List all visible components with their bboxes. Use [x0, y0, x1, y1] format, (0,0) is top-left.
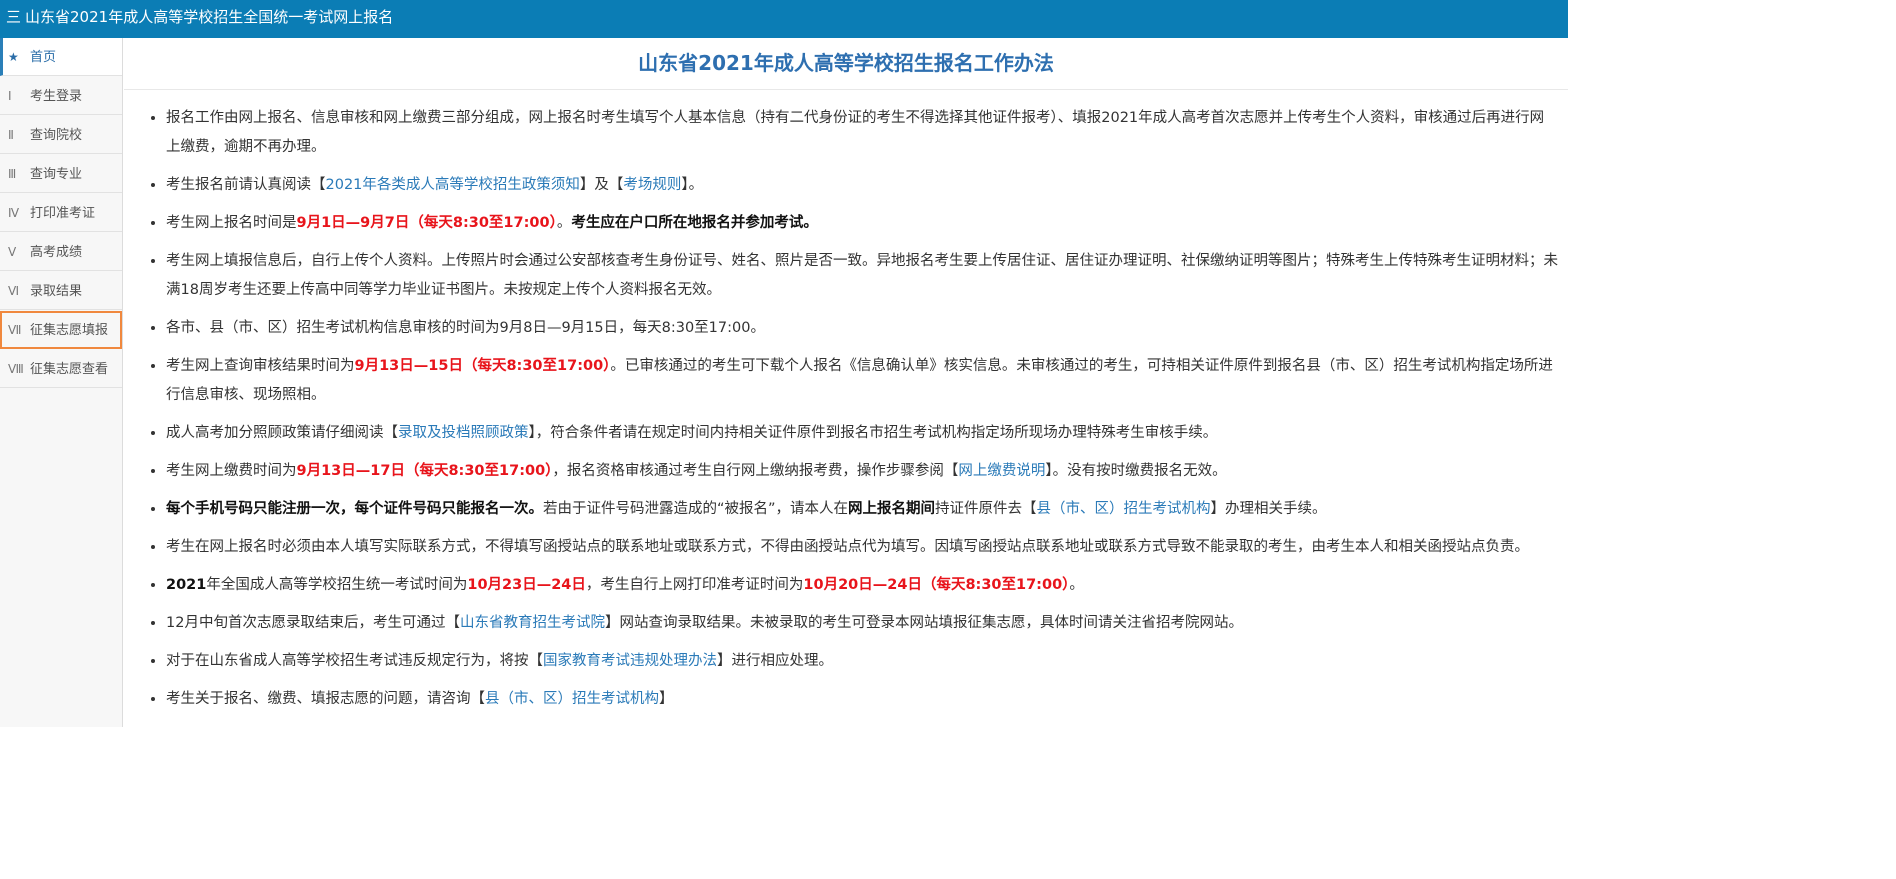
star-icon: ★: [8, 50, 19, 64]
main-content: 山东省2021年成人高等学校招生报名工作办法 报名工作由网上报名、信息审核和网上…: [124, 38, 1568, 727]
notice-text: 成人高考加分照顾政策请仔细阅读【: [166, 425, 398, 441]
list-item: 各市、县（市、区）招生考试机构信息审核的时间为9月8日—9月15日，每天8:30…: [166, 314, 1558, 343]
sidebar-item-exam-scores[interactable]: Ⅴ 高考成绩: [0, 233, 122, 271]
notice-text: 】进行相应处理。: [717, 653, 833, 669]
notice-text: 考生报名前请认真阅读【: [166, 177, 326, 193]
list-item: 考生报名前请认真阅读【2021年各类成人高等学校招生政策须知】及【考场规则】。: [166, 171, 1558, 200]
list-item: 考生网上填报信息后，自行上传个人资料。上传照片时会通过公安部核查考生身份证号、姓…: [166, 247, 1558, 305]
roman-numeral-icon: Ⅴ: [8, 245, 17, 259]
notice-text: 】: [659, 691, 674, 707]
emphasis-text: 网上报名期间: [848, 501, 936, 517]
notice-text: 考生网上报名时间是: [166, 215, 297, 231]
roman-numeral-icon: Ⅵ: [8, 284, 20, 298]
notice-text: 12月中旬首次志愿录取结束后，考生可通过【: [166, 615, 460, 631]
list-item: 每个手机号码只能注册一次，每个证件号码只能报名一次。若由于证件号码泄露造成的“被…: [166, 495, 1558, 524]
hamburger-icon[interactable]: 三: [6, 0, 21, 34]
highlighted-date-text: 9月13日—15日（每天8:30至17:00）: [354, 358, 611, 374]
notice-text: 若由于证件号码泄露造成的“被报名”，请本人在: [543, 501, 849, 517]
emphasis-text: 每个手机号码只能注册一次，每个证件号码只能报名一次。: [166, 501, 543, 517]
highlighted-date-text: 9月13日—17日（每天8:30至17:00）: [296, 463, 553, 479]
emphasis-text: 考生应在户口所在地报名并参加考试。: [571, 215, 818, 231]
notice-link[interactable]: 2021年各类成人高等学校招生政策须知: [326, 177, 580, 193]
notice-text: 考生在网上报名时必须由本人填写实际联系方式，不得填写函授站点的联系地址或联系方式…: [166, 539, 1529, 555]
roman-numeral-icon: Ⅲ: [8, 167, 17, 181]
sidebar-nav: ★ 首页 Ⅰ 考生登录 Ⅱ 查询院校 Ⅲ 查询专业 Ⅳ 打印准考证 Ⅴ 高考成绩 Ⅵ 录取结果…: [0, 38, 123, 727]
list-item: 考生网上缴费时间为9月13日—17日（每天8:30至17:00），报名资格审核通…: [166, 457, 1558, 486]
list-item: 考生在网上报名时必须由本人填写实际联系方式，不得填写函授站点的联系地址或联系方式…: [166, 533, 1558, 562]
highlighted-date-text: 10月23日—24日: [467, 577, 586, 593]
notice-text: 】。: [681, 177, 704, 193]
notice-text: 】及【: [579, 177, 624, 193]
sidebar-item-label: 打印准考证: [30, 206, 96, 221]
sidebar-item-label: 首页: [30, 50, 57, 65]
roman-numeral-icon: Ⅷ: [8, 362, 24, 376]
sidebar-item-home[interactable]: ★ 首页: [0, 38, 122, 76]
notice-text: 】网站查询录取结果。未被录取的考生可登录本网站填报征集志愿，具体时间请关注省招考…: [604, 615, 1243, 631]
notice-text: 考生网上缴费时间为: [166, 463, 297, 479]
notice-text: 。: [556, 215, 572, 231]
notice-text: 】。没有按时缴费报名无效。: [1045, 463, 1227, 479]
sidebar-item-supplementary-application[interactable]: Ⅶ 征集志愿填报: [0, 311, 122, 349]
notice-text: 】办理相关手续。: [1210, 501, 1327, 517]
list-item: 对于在山东省成人高等学校招生考试违反规定行为，将按【国家教育考试违规处理办法】进…: [166, 647, 1558, 676]
notice-text: 考生关于报名、缴费、填报志愿的问题，请咨询【: [166, 691, 485, 707]
notice-link[interactable]: 县（市、区）招生考试机构: [485, 691, 659, 707]
notice-text: 对于在山东省成人高等学校招生考试违反规定行为，将按【: [166, 653, 543, 669]
sidebar-item-label: 查询院校: [30, 128, 83, 143]
notice-text: 报名工作由网上报名、信息审核和网上缴费三部分组成，网上报名时考生填写个人基本信息…: [166, 110, 1545, 155]
notice-link[interactable]: 县（市、区）招生考试机构: [1037, 501, 1211, 517]
notice-text: 持证件原件去【: [935, 501, 1037, 517]
notice-link[interactable]: 国家教育考试违规处理办法: [543, 653, 717, 669]
notice-text: 考生网上查询审核结果时间为: [166, 358, 355, 374]
page-title: 山东省2021年成人高等学校招生报名工作办法: [124, 38, 1568, 90]
roman-numeral-icon: Ⅶ: [8, 323, 22, 337]
sidebar-item-label: 征集志愿填报: [30, 323, 109, 338]
site-title: 山东省2021年成人高等学校招生全国统一考试网上报名: [25, 8, 394, 26]
list-item: 考生网上查询审核结果时间为9月13日—15日（每天8:30至17:00）。已审核…: [166, 352, 1558, 410]
roman-numeral-icon: Ⅳ: [8, 206, 20, 220]
notice-text: 年全国成人高等学校招生统一考试时间为: [206, 577, 468, 593]
sidebar-item-query-schools[interactable]: Ⅱ 查询院校: [0, 116, 122, 154]
roman-numeral-icon: Ⅰ: [8, 89, 12, 103]
sidebar-item-print-admission-ticket[interactable]: Ⅳ 打印准考证: [0, 194, 122, 232]
sidebar-item-supplementary-view[interactable]: Ⅷ 征集志愿查看: [0, 350, 122, 388]
notice-text: ，考生自行上网打印准考证时间为: [585, 577, 804, 593]
notice-link[interactable]: 山东省教育招生考试院: [460, 615, 605, 631]
notice-text: 】，符合条件者请在规定时间内持相关证件原件到报名市招生考试机构指定场所现场办理特…: [528, 425, 1218, 441]
top-header-bar: 三山东省2021年成人高等学校招生全国统一考试网上报名: [0, 0, 1568, 38]
list-item: 成人高考加分照顾政策请仔细阅读【录取及投档照顾政策】，符合条件者请在规定时间内持…: [166, 419, 1558, 448]
list-item: 2021年全国成人高等学校招生统一考试时间为10月23日—24日，考生自行上网打…: [166, 571, 1558, 600]
sidebar-item-label: 录取结果: [30, 284, 83, 299]
sidebar-item-query-majors[interactable]: Ⅲ 查询专业: [0, 155, 122, 193]
notice-text: 考生网上填报信息后，自行上传个人资料。上传照片时会通过公安部核查考生身份证号、姓…: [166, 253, 1558, 298]
notice-link[interactable]: 网上缴费说明: [958, 463, 1045, 479]
sidebar-item-candidate-login[interactable]: Ⅰ 考生登录: [0, 77, 122, 115]
sidebar-item-admission-results[interactable]: Ⅵ 录取结果: [0, 272, 122, 310]
highlighted-date-text: 9月1日—9月7日（每天8:30至17:00）: [296, 215, 557, 231]
notice-text: ，报名资格审核通过考生自行网上缴纳报考费，操作步骤参阅【: [552, 463, 959, 479]
list-item: 报名工作由网上报名、信息审核和网上缴费三部分组成，网上报名时考生填写个人基本信息…: [166, 104, 1558, 162]
sidebar-item-label: 查询专业: [30, 167, 83, 182]
list-item: 考生关于报名、缴费、填报志愿的问题，请咨询【县（市、区）招生考试机构】: [166, 685, 1558, 714]
list-item: 12月中旬首次志愿录取结束后，考生可通过【山东省教育招生考试院】网站查询录取结果…: [166, 609, 1558, 638]
notice-list: 报名工作由网上报名、信息审核和网上缴费三部分组成，网上报名时考生填写个人基本信息…: [124, 104, 1568, 723]
sidebar-item-label: 高考成绩: [30, 245, 83, 260]
list-item: 考生网上报名时间是9月1日—9月7日（每天8:30至17:00）。考生应在户口所…: [166, 209, 1558, 238]
sidebar-item-label: 考生登录: [30, 89, 83, 104]
highlighted-date-text: 10月20日—24日（每天8:30至17:00）: [803, 577, 1070, 593]
sidebar-item-label: 征集志愿查看: [30, 362, 109, 377]
notice-link[interactable]: 录取及投档照顾政策: [398, 425, 529, 441]
notice-link[interactable]: 考场规则: [623, 177, 681, 193]
emphasis-text: 2021: [166, 577, 207, 593]
roman-numeral-icon: Ⅱ: [8, 128, 14, 142]
notice-text: 。: [1069, 577, 1084, 593]
notice-text: 各市、县（市、区）招生考试机构信息审核的时间为9月8日—9月15日，每天8:30…: [166, 320, 765, 336]
